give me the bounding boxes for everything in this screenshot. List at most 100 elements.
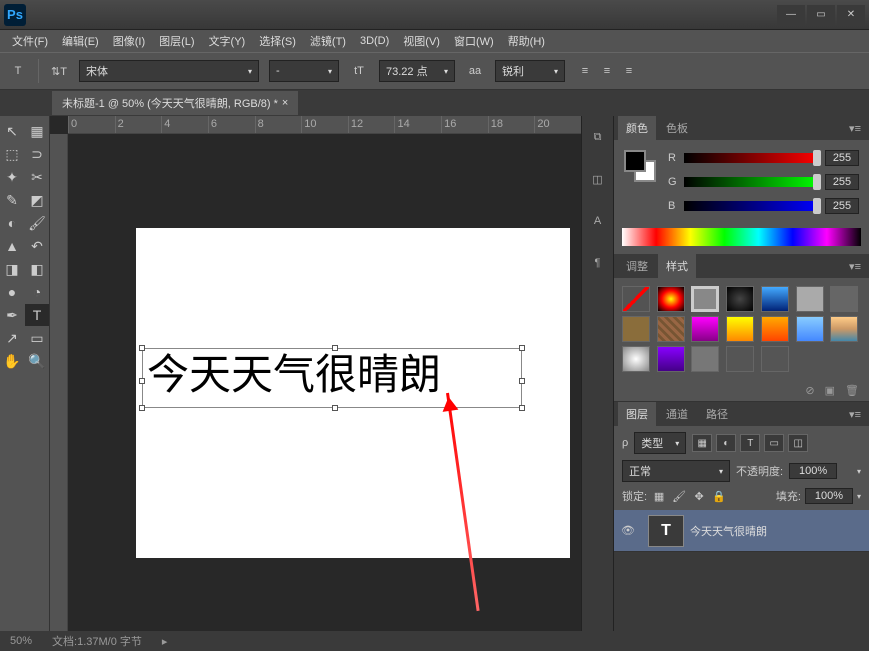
text-tool-icon[interactable]: T bbox=[8, 61, 28, 81]
zoom-level[interactable]: 50% bbox=[10, 635, 32, 647]
layer-filter-select[interactable]: 类型▾ bbox=[634, 432, 686, 454]
antialiasing-select[interactable]: 锐利▾ bbox=[495, 60, 565, 82]
blend-mode-select[interactable]: 正常▾ bbox=[622, 460, 730, 482]
style-swatch[interactable] bbox=[830, 286, 858, 312]
lock-all-icon[interactable]: 🔒 bbox=[711, 488, 727, 504]
style-swatch[interactable] bbox=[657, 316, 685, 342]
opacity-value[interactable]: 100% bbox=[789, 463, 837, 479]
r-slider[interactable] bbox=[684, 153, 819, 163]
style-swatch[interactable] bbox=[761, 286, 789, 312]
close-button[interactable]: ✕ bbox=[837, 5, 865, 25]
eyedropper-tool[interactable]: ✎ bbox=[0, 189, 24, 211]
shape-tool[interactable]: ▭ bbox=[25, 327, 49, 349]
handle-mr[interactable] bbox=[519, 378, 525, 384]
style-swatch[interactable] bbox=[657, 346, 685, 372]
blur-tool[interactable]: ● bbox=[0, 281, 24, 303]
fill-value[interactable]: 100% bbox=[805, 488, 853, 504]
properties-panel-icon[interactable]: ◫ bbox=[587, 168, 609, 190]
status-chevron-icon[interactable]: ▸ bbox=[162, 635, 168, 648]
b-value[interactable]: 255 bbox=[825, 198, 859, 214]
text-bounding-box[interactable]: 今天天气很晴朗 bbox=[142, 348, 522, 408]
menu-layer[interactable]: 图层(L) bbox=[153, 31, 200, 51]
style-swatch[interactable] bbox=[691, 316, 719, 342]
menu-image[interactable]: 图像(I) bbox=[107, 31, 151, 51]
b-slider[interactable] bbox=[684, 201, 819, 211]
handle-bc[interactable] bbox=[332, 405, 338, 411]
brush-tool[interactable]: 🖌 bbox=[25, 212, 49, 234]
style-swatch[interactable] bbox=[691, 286, 719, 312]
spot-heal-tool[interactable]: ◐ bbox=[0, 212, 24, 234]
tab-layers[interactable]: 图层 bbox=[618, 402, 656, 426]
crop-tool[interactable]: ✂ bbox=[25, 166, 49, 188]
pen-tool[interactable]: ✒ bbox=[0, 304, 24, 326]
text-orientation-icon[interactable]: ⇅T bbox=[49, 61, 69, 81]
color-panel-menu-icon[interactable]: ▾≡ bbox=[845, 122, 865, 135]
path-select-tool[interactable]: ↗ bbox=[0, 327, 24, 349]
canvas[interactable]: 今天天气很晴朗 bbox=[136, 228, 570, 558]
history-panel-icon[interactable]: ⧉ bbox=[587, 126, 609, 148]
style-none[interactable] bbox=[622, 286, 650, 312]
style-swatch[interactable] bbox=[726, 346, 754, 372]
tab-swatches[interactable]: 色板 bbox=[658, 116, 696, 140]
zoom-tool[interactable]: 🔍 bbox=[25, 350, 49, 372]
lasso-tool[interactable]: ⊃ bbox=[25, 143, 49, 165]
layer-thumbnail[interactable]: T bbox=[648, 515, 684, 547]
layers-panel-menu-icon[interactable]: ▾≡ bbox=[845, 408, 865, 421]
align-right-button[interactable]: ≡ bbox=[619, 61, 639, 81]
style-swatch[interactable] bbox=[657, 286, 685, 312]
handle-br[interactable] bbox=[519, 405, 525, 411]
history-brush-tool[interactable]: ↶ bbox=[25, 235, 49, 257]
menu-help[interactable]: 帮助(H) bbox=[502, 31, 551, 51]
character-panel-icon[interactable]: A bbox=[587, 210, 609, 232]
handle-tc[interactable] bbox=[332, 345, 338, 351]
tab-paths[interactable]: 路径 bbox=[698, 402, 736, 426]
menu-filter[interactable]: 滤镜(T) bbox=[304, 31, 352, 51]
tab-channels[interactable]: 通道 bbox=[658, 402, 696, 426]
hand-tool[interactable]: ✋ bbox=[0, 350, 24, 372]
style-swatch[interactable] bbox=[830, 316, 858, 342]
menu-window[interactable]: 窗口(W) bbox=[448, 31, 500, 51]
font-style-select[interactable]: -▾ bbox=[269, 60, 339, 82]
clear-style-icon[interactable]: ⊘ bbox=[805, 384, 814, 397]
font-family-select[interactable]: 宋体▾ bbox=[79, 60, 259, 82]
wand-tool[interactable]: ✦ bbox=[0, 166, 24, 188]
tab-color[interactable]: 颜色 bbox=[618, 116, 656, 140]
text-layer-content[interactable]: 今天天气很晴朗 bbox=[143, 349, 521, 403]
align-center-button[interactable]: ≡ bbox=[597, 61, 617, 81]
frame-tool[interactable]: ◩ bbox=[25, 189, 49, 211]
menu-type[interactable]: 文字(Y) bbox=[203, 31, 252, 51]
menu-file[interactable]: 文件(F) bbox=[6, 31, 54, 51]
move-tool[interactable]: ↖ bbox=[0, 120, 24, 142]
font-size-select[interactable]: 73.22 点▾ bbox=[379, 60, 455, 82]
style-swatch[interactable] bbox=[622, 316, 650, 342]
filter-adjust-icon[interactable]: ◐ bbox=[716, 434, 736, 452]
document-info[interactable]: 文档:1.37M/0 字节 bbox=[52, 633, 142, 649]
filter-smart-icon[interactable]: ◫ bbox=[788, 434, 808, 452]
handle-bl[interactable] bbox=[139, 405, 145, 411]
handle-tr[interactable] bbox=[519, 345, 525, 351]
minimize-button[interactable]: — bbox=[777, 5, 805, 25]
artboard-tool[interactable]: ▦ bbox=[25, 120, 49, 142]
color-swatches[interactable] bbox=[624, 150, 656, 182]
menu-3d[interactable]: 3D(D) bbox=[354, 33, 395, 49]
menu-select[interactable]: 选择(S) bbox=[253, 31, 302, 51]
style-swatch[interactable] bbox=[691, 346, 719, 372]
align-left-button[interactable]: ≡ bbox=[575, 61, 595, 81]
tab-adjustments[interactable]: 调整 bbox=[618, 254, 656, 278]
gradient-tool[interactable]: ◧ bbox=[25, 258, 49, 280]
style-swatch[interactable] bbox=[761, 346, 789, 372]
style-swatch[interactable] bbox=[796, 286, 824, 312]
lock-pixels-icon[interactable]: 🖌 bbox=[671, 488, 687, 504]
g-value[interactable]: 255 bbox=[825, 174, 859, 190]
filter-shape-icon[interactable]: ▭ bbox=[764, 434, 784, 452]
canvas-area[interactable]: 02468101214161820 今天天气很晴朗 bbox=[50, 116, 581, 631]
layer-row[interactable]: 👁 T 今天天气很晴朗 bbox=[614, 510, 869, 552]
menu-edit[interactable]: 编辑(E) bbox=[56, 31, 105, 51]
g-slider[interactable] bbox=[684, 177, 819, 187]
style-swatch[interactable] bbox=[726, 316, 754, 342]
maximize-button[interactable]: ▭ bbox=[807, 5, 835, 25]
style-swatch[interactable] bbox=[761, 316, 789, 342]
handle-ml[interactable] bbox=[139, 378, 145, 384]
color-spectrum[interactable] bbox=[622, 228, 861, 246]
r-value[interactable]: 255 bbox=[825, 150, 859, 166]
